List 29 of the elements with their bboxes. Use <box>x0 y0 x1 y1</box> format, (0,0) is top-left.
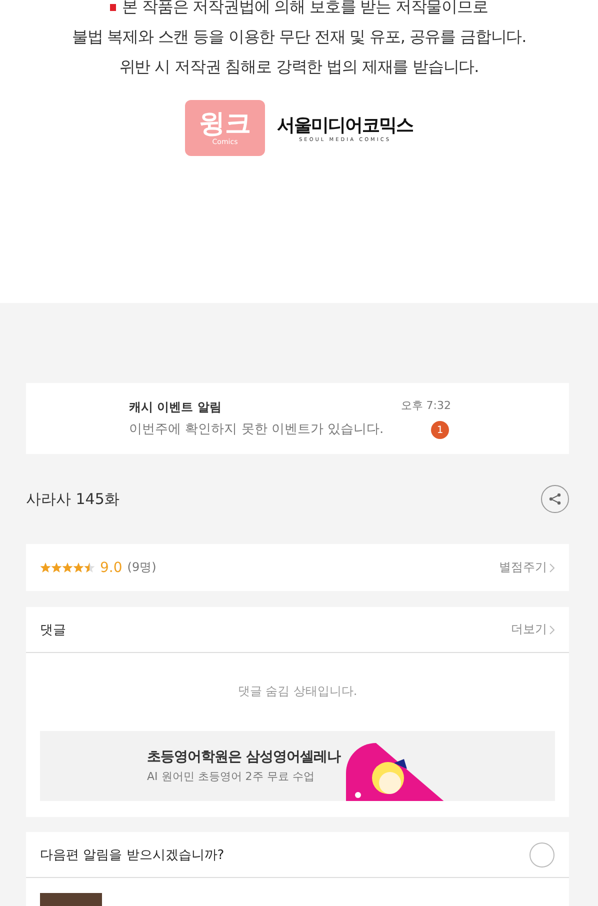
ad-title: 초등영어학원은 삼성영어셀레나 <box>147 748 340 766</box>
event-card[interactable]: 캐시 이벤트 알림 이번주에 확인하지 못한 이벤트가 있습니다. 오후 7:32 1 <box>26 383 569 454</box>
episode-title: 사라사 145화 <box>26 490 120 508</box>
event-title: 캐시 이벤트 알림 <box>129 399 222 416</box>
comments-title: 댓글 <box>40 622 66 638</box>
event-message: 이번주에 확인하지 못한 이벤트가 있습니다. <box>129 421 385 438</box>
comments-hidden-message: 댓글 숨김 상태입니다. <box>236 683 358 700</box>
rate-link[interactable]: 별점주기 <box>499 559 555 576</box>
half-star-icon <box>84 562 95 573</box>
copyright-notice: 불법 복제와 스캔 등을 이용한 무단 전재 및 유포, 공유를 금합니다. <box>72 26 526 48</box>
star-icon <box>40 562 51 573</box>
share-icon <box>548 492 562 506</box>
star-icon <box>51 562 62 573</box>
star-icon <box>62 562 73 573</box>
rating-count: (9명) <box>127 559 156 576</box>
next-episode-question: 다음편 알림을 받으시겠습니까? <box>40 846 224 864</box>
ad-banner[interactable]: 초등영어학원은 삼성영어셀레나 AI 원어민 초등영어 2주 무료 수업 <box>40 731 555 801</box>
bullet-icon <box>110 4 116 10</box>
count-badge: 1 <box>431 421 449 439</box>
rating-score: 9.0 <box>100 560 122 576</box>
event-time: 오후 7:32 <box>400 398 451 413</box>
copyright-notice: 위반 시 저작권 침해로 강력한 법의 제재를 받습니다. <box>119 56 479 78</box>
chevron-icon <box>549 562 555 572</box>
copyright-notice: 본 작품은 저작권법에 의해 보호를 받는 저작물이므로 <box>122 0 488 18</box>
more-link[interactable]: 더보기 <box>511 621 555 638</box>
chevron-icon <box>549 624 555 634</box>
toggle-icon[interactable] <box>529 842 555 868</box>
share-button[interactable] <box>541 485 569 513</box>
ad-subtitle: AI 원어민 초등영어 2주 무료 수업 <box>147 769 316 784</box>
